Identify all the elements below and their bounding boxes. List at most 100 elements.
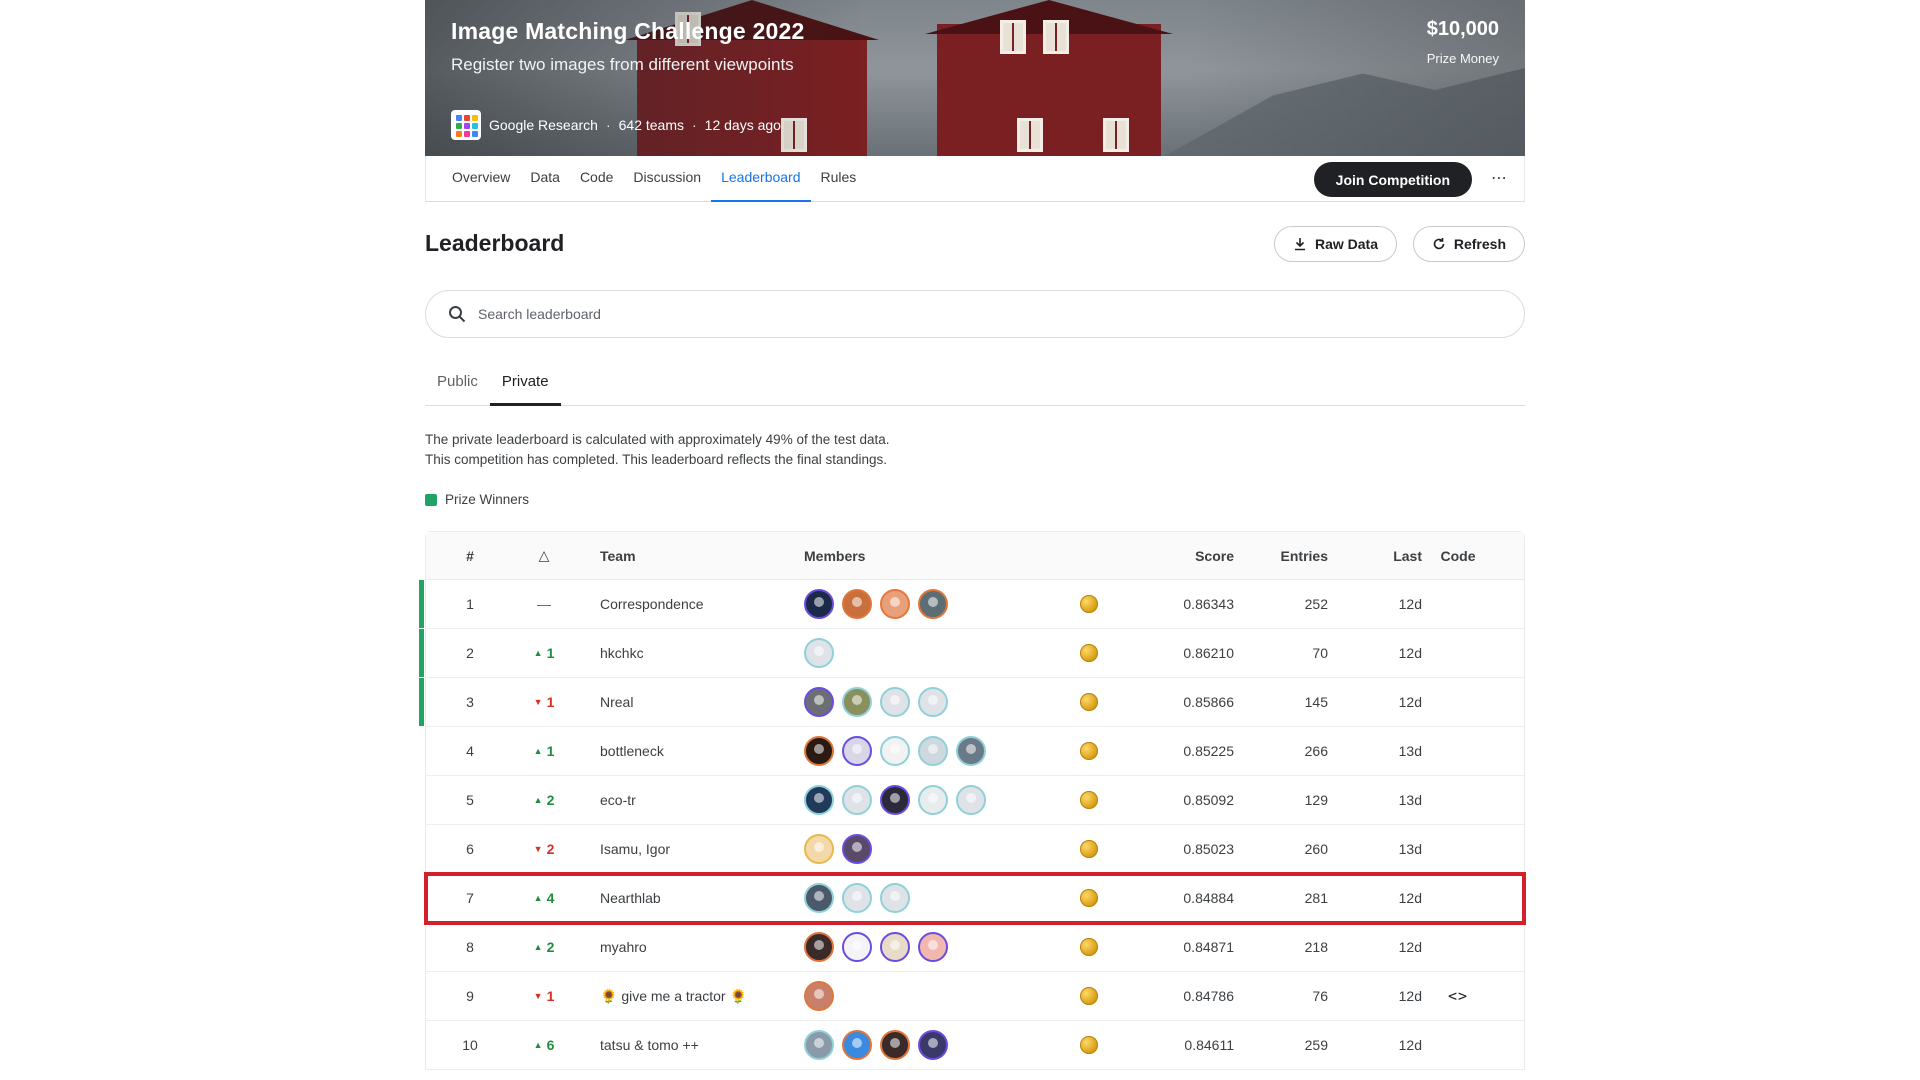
avatar[interactable] [880, 589, 910, 619]
avatar[interactable] [880, 932, 910, 962]
avatar[interactable] [842, 785, 872, 815]
rank-down-icon: ▼ [533, 697, 543, 707]
raw-data-label: Raw Data [1314, 236, 1378, 252]
avatar[interactable] [804, 736, 834, 766]
medal-cell [1054, 693, 1124, 711]
team-name[interactable]: Isamu, Igor [574, 841, 804, 857]
raw-data-button[interactable]: Raw Data [1273, 226, 1397, 262]
subtab-public[interactable]: Public [425, 366, 490, 406]
table-header: # △ Team Members Score Entries Last Code [426, 532, 1524, 580]
main-column: Image Matching Challenge 2022 Register t… [419, 0, 1526, 1070]
column-header-code: Code [1440, 547, 1476, 564]
gold-medal-icon [1080, 742, 1098, 760]
rank-down-icon: ▼ [533, 844, 543, 854]
table-row[interactable]: 4 ▲ 1 bottleneck 0.85225 266 13d [426, 727, 1524, 776]
last-cell: 13d [1398, 743, 1422, 759]
avatar[interactable] [804, 932, 834, 962]
column-header-entries[interactable]: Entries [1234, 548, 1328, 564]
team-name[interactable]: eco-tr [574, 792, 804, 808]
tab-code[interactable]: Code [570, 156, 623, 202]
search-input[interactable] [478, 306, 1378, 322]
score-cell: 0.86343 [1183, 596, 1234, 612]
team-name[interactable]: 🌻 give me a tractor 🌻 [574, 988, 804, 1005]
rank-change-value: 2 [546, 841, 555, 857]
leaderboard-description: The private leaderboard is calculated wi… [425, 430, 1525, 470]
team-name[interactable]: bottleneck [574, 743, 804, 759]
tab-leaderboard[interactable]: Leaderboard [711, 156, 811, 202]
team-name[interactable]: Correspondence [574, 596, 804, 612]
team-name[interactable]: Nreal [574, 694, 804, 710]
tab-overview[interactable]: Overview [452, 156, 520, 202]
table-row[interactable]: 2 ▲ 1 hkchkc 0.86210 70 12d [419, 629, 1524, 678]
avatar[interactable] [842, 687, 872, 717]
column-header-delta[interactable]: △ [514, 547, 574, 564]
avatar[interactable] [918, 687, 948, 717]
table-row[interactable]: 8 ▲ 2 myahro 0.84871 218 12d [426, 923, 1524, 972]
avatar[interactable] [880, 736, 910, 766]
rank-cell: 4 [466, 743, 474, 759]
table-row[interactable]: 6 ▼ 2 Isamu, Igor 0.85023 260 13d [426, 825, 1524, 874]
avatar[interactable] [804, 638, 834, 668]
table-row[interactable]: 7 ▲ 4 Nearthlab 0.84884 281 12d [424, 872, 1526, 925]
table-row[interactable]: 5 ▲ 2 eco-tr 0.85092 129 13d [426, 776, 1524, 825]
table-row[interactable]: 10 ▲ 6 tatsu & tomo ++ 0.84611 259 12d [426, 1021, 1524, 1070]
avatar[interactable] [918, 589, 948, 619]
team-name[interactable]: hkchkc [574, 645, 804, 661]
avatar[interactable] [842, 932, 872, 962]
avatar[interactable] [918, 1030, 948, 1060]
organizer-link[interactable]: Google Research [489, 117, 598, 133]
table-body: 1— Correspondence 0.86343 252 12d 2 ▲ 1 hkchkc 0.… [419, 580, 1526, 1070]
avatar[interactable] [880, 1030, 910, 1060]
avatar[interactable] [956, 736, 986, 766]
tab-rules[interactable]: Rules [811, 156, 867, 202]
avatar[interactable] [804, 834, 834, 864]
avatar[interactable] [842, 1030, 872, 1060]
tab-data[interactable]: Data [520, 156, 570, 202]
code-icon[interactable]: <> [1448, 987, 1468, 1005]
more-horizontal-icon[interactable]: ⋯ [1491, 168, 1508, 188]
join-competition-button[interactable]: Join Competition [1313, 162, 1472, 197]
prize-winners-swatch [425, 493, 437, 506]
avatar[interactable] [804, 687, 834, 717]
refresh-button[interactable]: Refresh [1412, 226, 1525, 262]
description-line: The private leaderboard is calculated wi… [425, 432, 890, 447]
avatar[interactable] [804, 883, 834, 913]
subtab-private[interactable]: Private [489, 366, 561, 406]
avatar[interactable] [918, 932, 948, 962]
table-row[interactable]: 1 — Correspondence 0.86343 252 12d [419, 580, 1524, 629]
avatar[interactable] [804, 785, 834, 815]
search-bar[interactable] [425, 290, 1525, 338]
competition-subtitle: Register two images from different viewp… [451, 55, 794, 74]
rank-down-icon: ▼ [533, 991, 543, 1001]
google-research-logo-icon[interactable] [451, 110, 481, 140]
column-header-rank[interactable]: # [426, 548, 514, 564]
team-name[interactable]: tatsu & tomo ++ [574, 1037, 804, 1053]
avatar[interactable] [842, 736, 872, 766]
table-row[interactable]: 3 ▼ 1 Nreal 0.85866 145 12d [419, 678, 1524, 727]
avatar[interactable] [804, 981, 834, 1011]
score-cell: 0.85023 [1183, 841, 1234, 857]
rank-change-value: 2 [546, 792, 555, 808]
column-header-team[interactable]: Team [574, 548, 804, 564]
avatar[interactable] [842, 589, 872, 619]
avatar[interactable] [918, 736, 948, 766]
avatar[interactable] [880, 785, 910, 815]
page: Image Matching Challenge 2022 Register t… [0, 0, 1920, 1080]
avatar[interactable] [918, 785, 948, 815]
team-name[interactable]: Nearthlab [574, 890, 804, 906]
rank-change-cell: ▲ 4 [514, 890, 574, 906]
avatar[interactable] [880, 687, 910, 717]
avatar[interactable] [842, 883, 872, 913]
avatar[interactable] [842, 834, 872, 864]
avatar[interactable] [804, 1030, 834, 1060]
column-header-score[interactable]: Score [1124, 548, 1234, 564]
avatar[interactable] [804, 589, 834, 619]
avatar[interactable] [956, 785, 986, 815]
team-name[interactable]: myahro [574, 939, 804, 955]
rank-cell: 5 [466, 792, 474, 808]
column-header-last[interactable]: Last [1328, 548, 1422, 564]
table-row[interactable]: 9 ▼ 1 🌻 give me a tractor 🌻 0.84786 76 12d <> [426, 972, 1524, 1021]
tab-discussion[interactable]: Discussion [623, 156, 711, 202]
score-cell: 0.85092 [1183, 792, 1234, 808]
avatar[interactable] [880, 883, 910, 913]
